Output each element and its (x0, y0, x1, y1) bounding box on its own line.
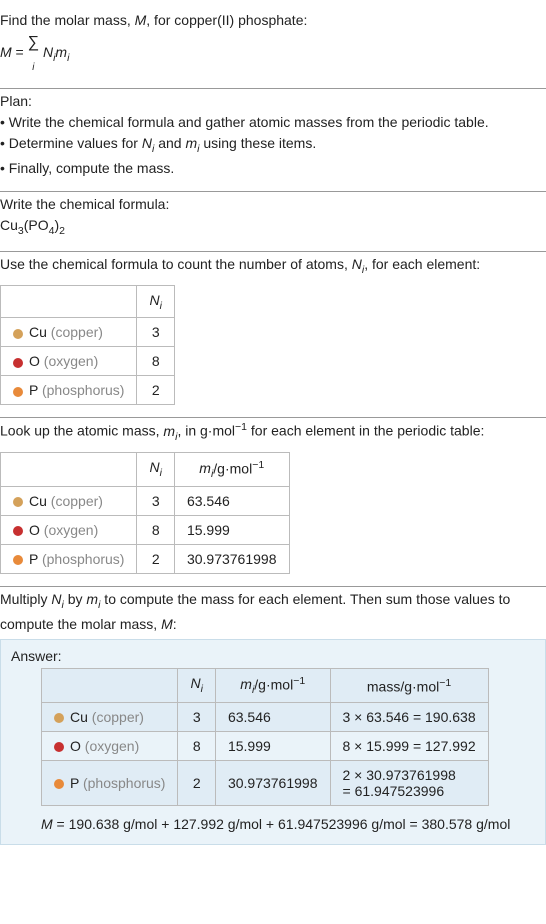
ni-cell: 8 (178, 732, 215, 761)
intro-section: Find the molar mass, M, for copper(II) p… (0, 8, 546, 88)
ni-cell: 8 (137, 347, 174, 376)
sigma-sub: i (32, 62, 34, 73)
var-mi: mi (185, 135, 199, 151)
mass-lookup-section: Look up the atomic mass, mi, in g·mol−1 … (0, 418, 546, 586)
var-M: M (135, 12, 147, 28)
table-row: O (oxygen) 8 15.999 8 × 15.999 = 127.992 (42, 732, 489, 761)
ni-cell: 2 (137, 545, 174, 574)
table-header-row: Ni mi/g·mol−1 (1, 452, 290, 486)
element-cell: P (phosphorus) (42, 761, 178, 806)
element-cell: P (phosphorus) (1, 545, 137, 574)
count-text: Use the chemical formula to count the nu… (0, 254, 546, 279)
multiply-text: Multiply Ni by mi to compute the mass fo… (0, 589, 546, 635)
element-dot-icon (13, 387, 23, 397)
plan-bullet: • Determine values for Ni and mi using t… (0, 133, 546, 158)
var-mi: mi (163, 423, 177, 439)
answer-result: M = 190.638 g/mol + 127.992 g/mol + 61.9… (41, 816, 535, 832)
intro-text2: , for copper(II) phosphate: (146, 12, 307, 28)
element-cell: O (oxygen) (1, 516, 137, 545)
ni-cell: 2 (178, 761, 215, 806)
col-element (42, 668, 178, 702)
element-dot-icon (13, 555, 23, 565)
chem-formula-title: Write the chemical formula: (0, 194, 546, 215)
element-cell: Cu (copper) (42, 703, 178, 732)
ni-cell: 3 (178, 703, 215, 732)
var-Ni: Ni (352, 256, 364, 272)
mi-cell: 63.546 (215, 703, 330, 732)
col-mi: mi/g·mol−1 (174, 452, 289, 486)
table-row: Cu (copper) 3 63.546 3 × 63.546 = 190.63… (42, 703, 489, 732)
atom-count-table: Ni Cu (copper) 3 O (oxygen) 8 P (phospho… (0, 285, 175, 406)
element-dot-icon (13, 497, 23, 507)
element-dot-icon (54, 779, 64, 789)
element-dot-icon (13, 526, 23, 536)
mi-cell: 15.999 (174, 516, 289, 545)
col-element (1, 285, 137, 318)
mi-cell: 63.546 (174, 487, 289, 516)
var-M2: M (0, 44, 12, 60)
var-Ni: Ni (142, 135, 154, 151)
var-M: M (161, 616, 173, 632)
count-section: Use the chemical formula to count the nu… (0, 252, 546, 417)
mass-cell: 8 × 15.999 = 127.992 (330, 732, 488, 761)
element-cell: O (oxygen) (42, 732, 178, 761)
answer-label: Answer: (11, 648, 535, 664)
table-row: O (oxygen) 8 (1, 347, 175, 376)
ni-cell: 2 (137, 376, 174, 405)
element-dot-icon (54, 742, 64, 752)
molar-mass-formula: M = ∑i Nimi (0, 31, 546, 76)
chem-formula-value: Cu3(PO4)2 (0, 215, 546, 240)
var-Ni: Ni (43, 44, 55, 60)
plan-section: Plan: • Write the chemical formula and g… (0, 89, 546, 191)
ni-cell: 3 (137, 487, 174, 516)
table-row: Cu (copper) 3 63.546 (1, 487, 290, 516)
ni-cell: 3 (137, 318, 174, 347)
element-cell: Cu (copper) (1, 318, 137, 347)
col-ni: Ni (178, 668, 215, 702)
intro-text: Find the molar mass, (0, 12, 135, 28)
element-dot-icon (13, 329, 23, 339)
eq: = (12, 44, 28, 60)
col-ni: Ni (137, 285, 174, 318)
plan-title: Plan: (0, 91, 546, 112)
plan-bullet: • Write the chemical formula and gather … (0, 112, 546, 133)
table-header-row: Ni mi/g·mol−1 mass/g·mol−1 (42, 668, 489, 702)
plan-bullet: • Finally, compute the mass. (0, 158, 546, 179)
table-header-row: Ni (1, 285, 175, 318)
table-row: P (phosphorus) 2 30.973761998 (1, 545, 290, 574)
element-cell: O (oxygen) (1, 347, 137, 376)
col-mi: mi/g·mol−1 (215, 668, 330, 702)
chem-formula-section: Write the chemical formula: Cu3(PO4)2 (0, 192, 546, 252)
mi-cell: 30.973761998 (215, 761, 330, 806)
col-ni: Ni (137, 452, 174, 486)
mi-cell: 30.973761998 (174, 545, 289, 574)
table-row: O (oxygen) 8 15.999 (1, 516, 290, 545)
atomic-mass-table: Ni mi/g·mol−1 Cu (copper) 3 63.546 O (ox… (0, 452, 290, 574)
var-mi: mi (55, 44, 69, 60)
table-row: P (phosphorus) 2 30.973761998 2 × 30.973… (42, 761, 489, 806)
mass-cell: 2 × 30.973761998= 61.947523996 (330, 761, 488, 806)
answer-box: Answer: Ni mi/g·mol−1 mass/g·mol−1 Cu (c… (0, 639, 546, 845)
col-element (1, 452, 137, 486)
element-dot-icon (13, 358, 23, 368)
ni-cell: 8 (137, 516, 174, 545)
var-mi: mi (86, 591, 100, 607)
element-cell: P (phosphorus) (1, 376, 137, 405)
sigma-block: ∑i (28, 31, 39, 76)
element-dot-icon (54, 713, 64, 723)
mass-cell: 3 × 63.546 = 190.638 (330, 703, 488, 732)
mass-lookup-text: Look up the atomic mass, mi, in g·mol−1 … (0, 420, 546, 445)
col-mass: mass/g·mol−1 (330, 668, 488, 702)
intro-line: Find the molar mass, M, for copper(II) p… (0, 10, 546, 31)
table-row: P (phosphorus) 2 (1, 376, 175, 405)
element-cell: Cu (copper) (1, 487, 137, 516)
table-row: Cu (copper) 3 (1, 318, 175, 347)
answer-table: Ni mi/g·mol−1 mass/g·mol−1 Cu (copper) 3… (41, 668, 489, 806)
multiply-section: Multiply Ni by mi to compute the mass fo… (0, 587, 546, 857)
sigma-icon: ∑ (28, 34, 39, 51)
var-Ni: Ni (51, 591, 63, 607)
mi-cell: 15.999 (215, 732, 330, 761)
